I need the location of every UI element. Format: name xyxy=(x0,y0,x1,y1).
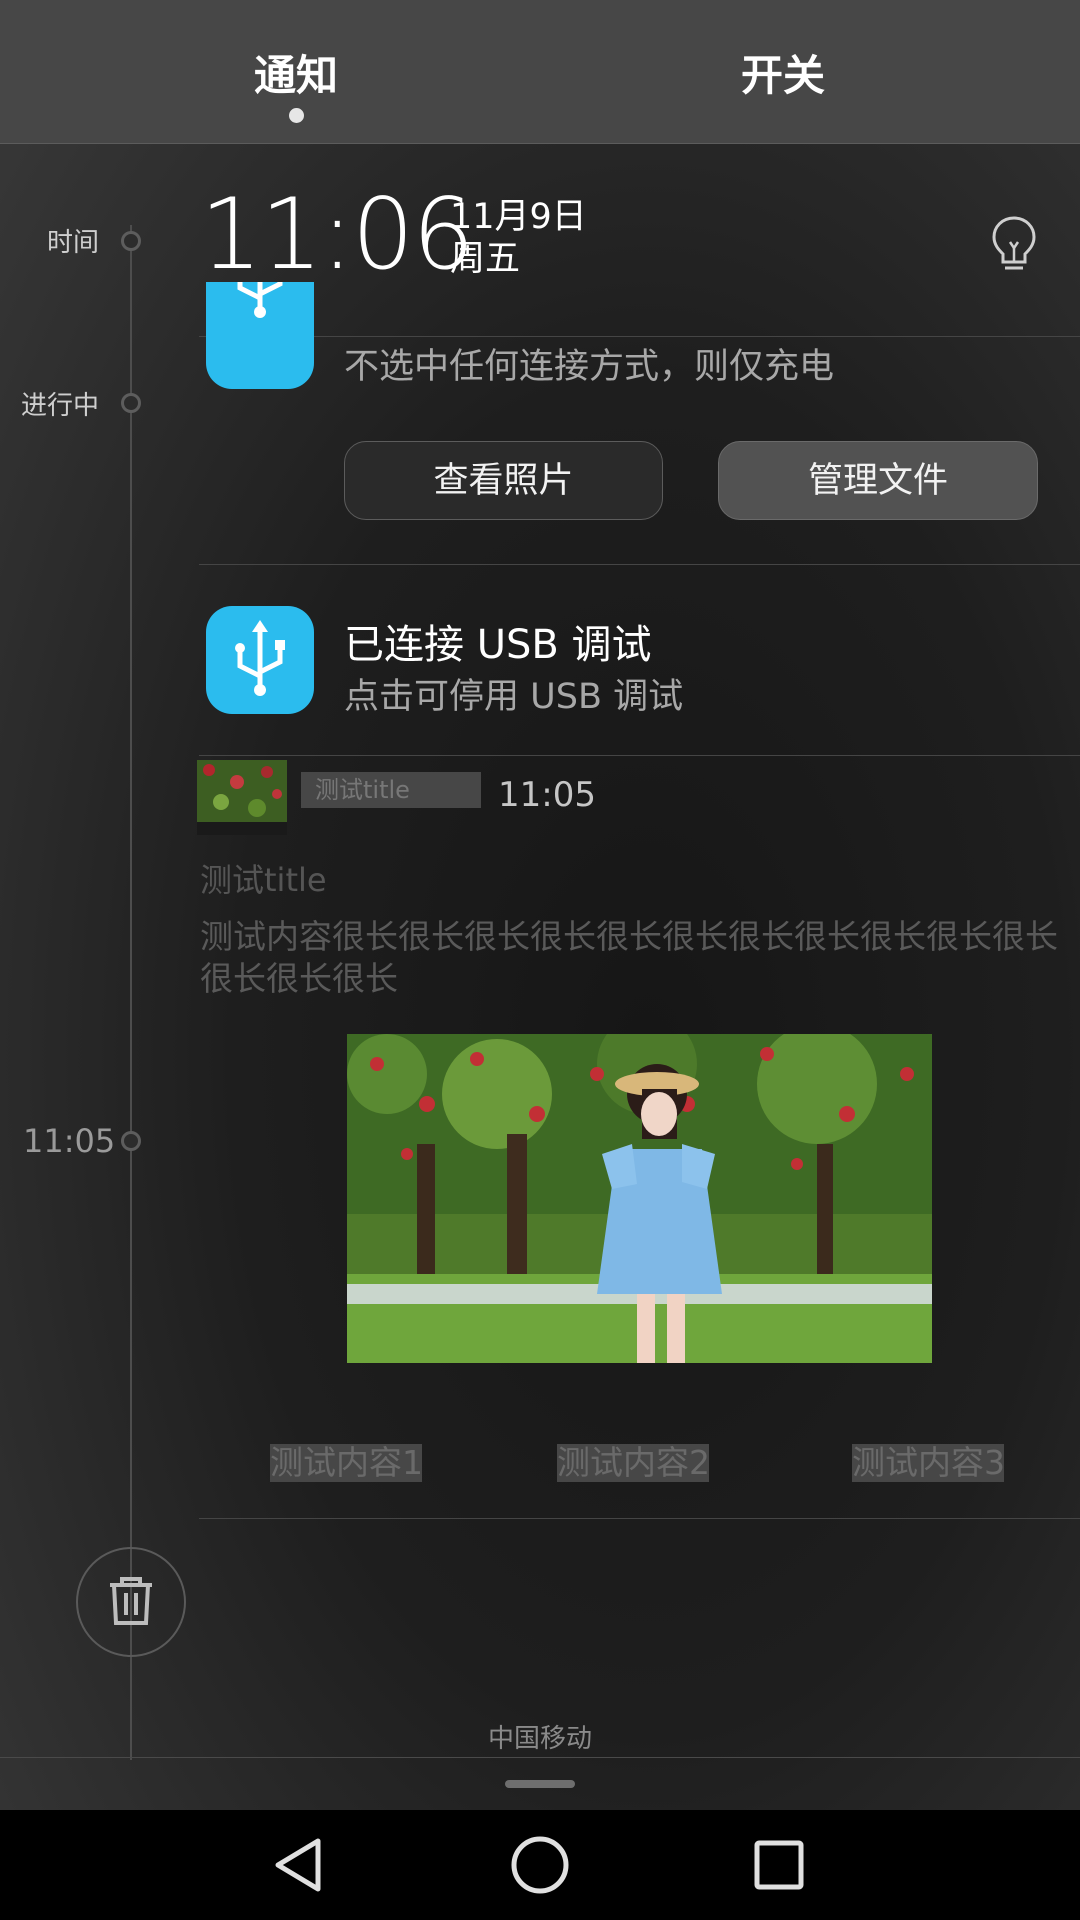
back-icon[interactable] xyxy=(272,1837,328,1893)
notification-thumbnail xyxy=(197,760,287,835)
usb-charge-subtitle: 不选中任何连接方式，则仅充电 xyxy=(344,347,835,387)
divider xyxy=(199,564,1080,565)
tab-bar: 通知 开关 xyxy=(0,0,1080,144)
notification-action-1[interactable]: 测试内容1 xyxy=(270,1444,422,1482)
recents-icon[interactable] xyxy=(753,1839,805,1891)
clock-time: 11:06 xyxy=(200,178,474,292)
timeline-label-1105: 11:05 xyxy=(23,1122,116,1160)
usb-debug-icon xyxy=(206,606,314,714)
timeline-label-time: 时间 xyxy=(47,228,100,258)
divider xyxy=(199,336,1080,337)
clear-all-button[interactable] xyxy=(76,1547,186,1657)
timeline-dot-ongoing xyxy=(121,393,141,413)
view-photos-button[interactable]: 查看照片 xyxy=(344,441,663,520)
tab-switches[interactable]: 开关 xyxy=(741,42,825,103)
panel-bottom-divider xyxy=(0,1757,1080,1758)
notification-content: 测试内容很长很长很长很长很长很长很长很长很长很长很长很长很长很长 xyxy=(200,917,1058,998)
carrier-label: 中国移动 xyxy=(487,1724,592,1754)
date-text: 11月9日 xyxy=(450,197,587,237)
timeline-dot-time xyxy=(121,231,141,251)
notification-small-title: 测试title xyxy=(301,772,481,808)
usb-icon xyxy=(206,282,314,389)
notification-title: 测试title xyxy=(200,861,327,899)
divider xyxy=(199,1518,1080,1519)
timeline-label-ongoing: 进行中 xyxy=(21,391,100,421)
clock-date: 11月9日 周五 xyxy=(450,196,587,280)
weekday-text: 周五 xyxy=(450,239,521,279)
tab-notifications[interactable]: 通知 xyxy=(254,42,338,103)
manage-files-button[interactable]: 管理文件 xyxy=(718,441,1038,520)
notification-big-picture xyxy=(347,1034,932,1363)
divider xyxy=(199,755,1080,756)
home-icon[interactable] xyxy=(510,1835,570,1895)
usb-debug-subtitle[interactable]: 点击可停用 USB 调试 xyxy=(344,668,683,719)
lightbulb-icon[interactable] xyxy=(988,214,1040,274)
navigation-bar xyxy=(0,1810,1080,1920)
timeline-line xyxy=(130,225,132,1760)
notification-action-2[interactable]: 测试内容2 xyxy=(557,1444,709,1482)
drag-handle[interactable] xyxy=(505,1780,575,1788)
notification-action-3[interactable]: 测试内容3 xyxy=(852,1444,1004,1482)
usb-debug-title[interactable]: 已连接 USB 调试 xyxy=(344,612,652,670)
trash-icon xyxy=(110,1577,152,1625)
timeline-dot-1105 xyxy=(121,1131,141,1151)
notification-time: 11:05 xyxy=(498,775,596,815)
tab-indicator-dot xyxy=(289,108,304,123)
